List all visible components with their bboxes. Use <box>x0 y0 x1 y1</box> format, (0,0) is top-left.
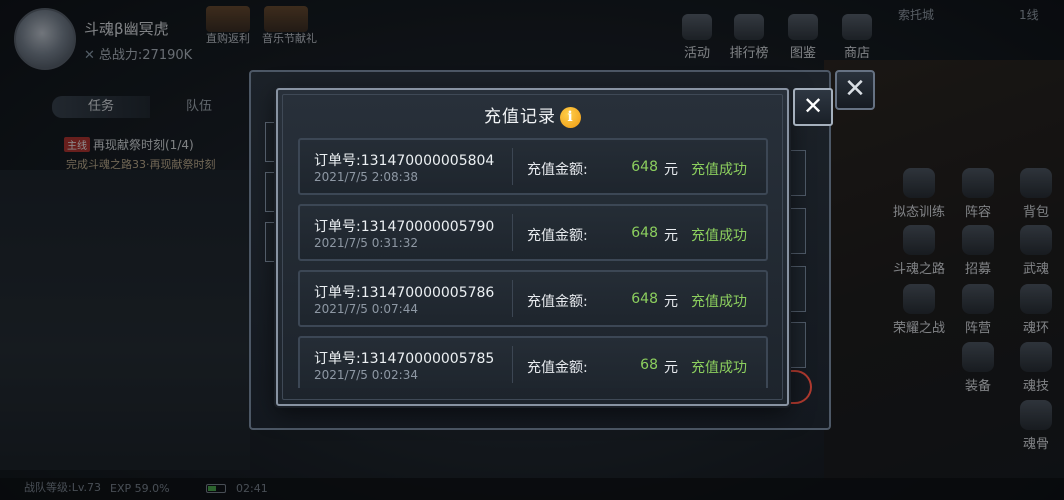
amount-label: 充值金额: <box>527 294 588 310</box>
parent-row-edge <box>788 150 806 196</box>
amount-value: 68 <box>640 357 658 373</box>
amount-label: 充值金额: <box>527 162 588 178</box>
record-row: 订单号:131470000005790 2021/7/5 0:31:32 充值金… <box>298 204 768 261</box>
amount-value: 648 <box>631 225 658 241</box>
amount-label: 充值金额: <box>527 228 588 244</box>
row-divider <box>512 280 513 317</box>
dialog-close-button[interactable]: ✕ <box>793 88 833 126</box>
order-number: 订单号:131470000005785 <box>314 351 495 367</box>
amount-value: 648 <box>631 291 658 307</box>
parent-row-edge <box>788 208 806 254</box>
amount-label: 充值金额: <box>527 360 588 376</box>
amount-unit: 元 <box>664 228 678 244</box>
order-number: 订单号:131470000005786 <box>314 285 495 301</box>
record-row: 订单号:131470000005785 2021/7/5 0:02:34 充值金… <box>298 336 768 388</box>
amount-unit: 元 <box>664 162 678 178</box>
record-row: 订单号:131470000005804 2021/7/5 2:08:38 充值金… <box>298 138 768 195</box>
amount-unit: 元 <box>664 294 678 310</box>
record-date: 2021/7/5 2:08:38 <box>314 170 418 184</box>
amount-unit: 元 <box>664 360 678 376</box>
close-icon: ✕ <box>802 92 824 120</box>
record-date: 2021/7/5 0:07:44 <box>314 302 418 316</box>
status-text: 充值成功 <box>691 360 747 376</box>
order-number: 订单号:131470000005790 <box>314 219 495 235</box>
status-text: 充值成功 <box>691 294 747 310</box>
amount-value: 648 <box>631 159 658 175</box>
record-list[interactable]: 订单号:131470000005804 2021/7/5 2:08:38 充值金… <box>290 134 775 388</box>
row-divider <box>512 148 513 185</box>
parent-close-button[interactable]: ✕ <box>835 70 875 110</box>
parent-row-edge <box>788 266 806 312</box>
status-text: 充值成功 <box>691 162 747 178</box>
record-date: 2021/7/5 0:02:34 <box>314 368 418 382</box>
dialog-title-row: 充值记录 i <box>278 102 787 128</box>
close-icon: ✕ <box>844 74 866 104</box>
dialog-title: 充值记录 <box>484 107 556 127</box>
row-divider <box>512 214 513 251</box>
record-row: 订单号:131470000005786 2021/7/5 0:07:44 充值金… <box>298 270 768 327</box>
status-text: 充值成功 <box>691 228 747 244</box>
info-icon[interactable]: i <box>560 107 581 128</box>
recharge-record-dialog: 充值记录 i 订单号:131470000005804 2021/7/5 2:08:… <box>276 88 789 406</box>
record-date: 2021/7/5 0:31:32 <box>314 236 418 250</box>
parent-row-edge <box>788 322 806 368</box>
row-divider <box>512 346 513 383</box>
order-number: 订单号:131470000005804 <box>314 153 495 169</box>
